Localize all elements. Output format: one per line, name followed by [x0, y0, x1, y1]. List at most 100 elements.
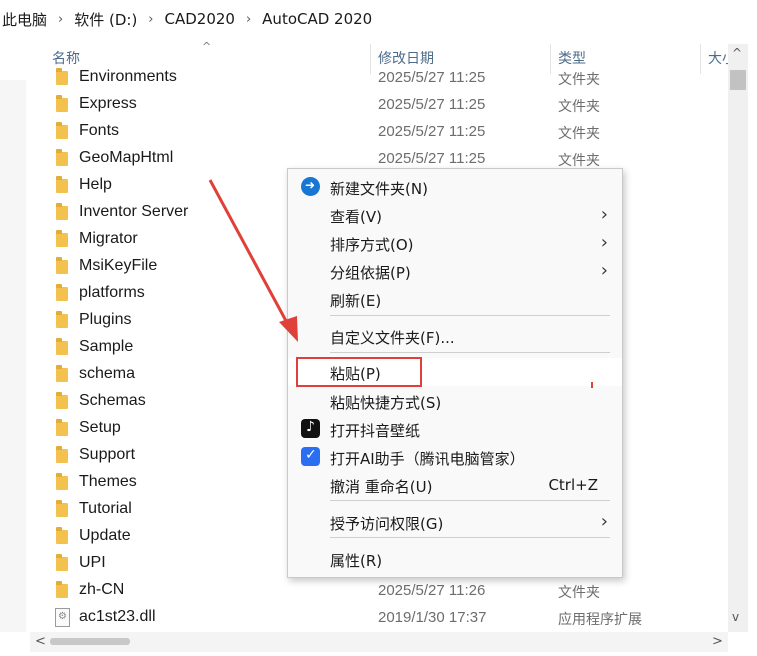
file-name: Schemas — [79, 392, 146, 409]
chevron-left-icon[interactable]: < — [35, 634, 46, 649]
file-type: 文件夹 — [558, 153, 600, 169]
file-row[interactable]: Environments 2025/5/27 11:25 文件夹 — [48, 64, 728, 91]
chevron-right-icon: › — [600, 204, 608, 225]
menu-item-undo-rename[interactable]: 撤消 重命名(U) Ctrl+Z — [288, 471, 622, 499]
folder-icon — [56, 257, 68, 274]
folder-icon — [56, 203, 68, 220]
file-name: Migrator — [79, 230, 138, 247]
menu-item-label: 粘贴快捷方式(S) — [330, 394, 442, 412]
breadcrumb-separator-icon[interactable]: › — [49, 12, 72, 27]
file-name: ac1st23.dll — [79, 608, 156, 625]
menu-item-shortcut: Ctrl+Z — [548, 476, 598, 494]
file-type: 文件夹 — [558, 126, 600, 142]
file-name: Tutorial — [79, 500, 132, 517]
menu-item-new-folder[interactable]: 新建文件夹(N) — [288, 173, 622, 201]
menu-item-open-tiktok-wallpaper[interactable]: 打开抖音壁纸 — [288, 415, 622, 443]
menu-separator — [330, 352, 610, 353]
file-name: Update — [79, 527, 131, 544]
file-name: UPI — [79, 554, 106, 571]
horizontal-scrollbar[interactable]: < > — [30, 632, 728, 652]
menu-item-refresh[interactable]: 刷新(E) — [288, 285, 622, 313]
folder-icon — [56, 311, 68, 328]
tiktok-icon — [301, 419, 320, 438]
file-name: Environments — [79, 68, 177, 85]
file-date: 2025/5/27 11:25 — [378, 123, 486, 140]
breadcrumb-drive-d[interactable]: 软件 (D:) — [72, 9, 139, 30]
breadcrumb-autocad-2020[interactable]: AutoCAD 2020 — [260, 10, 374, 28]
menu-item-label: 授予访问权限(G) — [330, 515, 444, 533]
folder-icon — [56, 446, 68, 463]
chevron-up-icon[interactable]: ^ — [732, 46, 742, 60]
folder-icon — [56, 392, 68, 409]
menu-item-sort-by[interactable]: 排序方式(O) › — [288, 229, 622, 257]
folder-icon — [56, 365, 68, 382]
menu-item-properties[interactable]: 属性(R) — [288, 545, 622, 573]
breadcrumb-this-pc[interactable]: 此电脑 — [0, 9, 49, 30]
chevron-right-icon[interactable]: > — [712, 634, 723, 649]
folder-icon — [56, 149, 68, 166]
folder-icon — [56, 176, 68, 193]
file-name: Express — [79, 95, 137, 112]
folder-icon — [56, 230, 68, 247]
menu-separator — [330, 500, 610, 501]
menu-item-label: 查看(V) — [330, 208, 382, 226]
menu-item-label: 分组依据(P) — [330, 264, 411, 282]
folder-icon — [56, 338, 68, 355]
horizontal-scroll-thumb[interactable] — [50, 638, 130, 645]
file-name: Setup — [79, 419, 121, 436]
sort-ascending-icon: ^ — [202, 40, 212, 53]
breadcrumb: 此电脑 › 软件 (D:) › CAD2020 › AutoCAD 2020 — [0, 0, 757, 38]
menu-item-label: 新建文件夹(N) — [330, 180, 428, 198]
folder-icon — [56, 554, 68, 571]
menu-item-label: 属性(R) — [330, 552, 383, 570]
menu-separator — [330, 537, 610, 538]
new-folder-icon — [301, 177, 320, 196]
folder-icon — [56, 473, 68, 490]
file-row[interactable]: zh-CN 2025/5/27 11:26 文件夹 — [48, 577, 728, 604]
navigation-pane-edge — [0, 80, 26, 632]
menu-item-label: 刷新(E) — [330, 292, 382, 310]
dll-file-icon — [55, 608, 70, 627]
tencent-shield-icon — [301, 447, 320, 466]
folder-icon — [56, 419, 68, 436]
menu-separator — [330, 315, 610, 316]
file-name: Help — [79, 176, 112, 193]
file-name: Inventor Server — [79, 203, 189, 220]
menu-item-label: 排序方式(O) — [330, 236, 414, 254]
vertical-scrollbar[interactable]: ^ v — [728, 44, 748, 632]
folder-icon — [56, 581, 68, 598]
file-type: 文件夹 — [558, 585, 600, 601]
menu-item-give-access[interactable]: 授予访问权限(G) › — [288, 508, 622, 536]
file-type: 文件夹 — [558, 99, 600, 115]
file-name: platforms — [79, 284, 145, 301]
file-row[interactable]: Express 2025/5/27 11:25 文件夹 — [48, 91, 728, 118]
menu-item-label: 撤消 重命名(U) — [330, 478, 433, 496]
file-row[interactable]: ac1st23.dll 2019/1/30 17:37 应用程序扩展 — [48, 604, 728, 630]
chevron-right-icon: › — [600, 260, 608, 281]
menu-item-paste-shortcut[interactable]: 粘贴快捷方式(S) — [288, 387, 622, 415]
breadcrumb-cad2020[interactable]: CAD2020 — [163, 10, 237, 28]
folder-icon — [56, 284, 68, 301]
breadcrumb-separator-icon[interactable]: › — [139, 12, 162, 27]
file-row[interactable]: Fonts 2025/5/27 11:25 文件夹 — [48, 118, 728, 145]
folder-icon — [56, 95, 68, 112]
file-name: zh-CN — [79, 581, 125, 598]
menu-item-label: 自定义文件夹(F)... — [330, 329, 455, 347]
file-date: 2025/5/27 11:25 — [378, 96, 486, 113]
file-date: 2019/1/30 17:37 — [378, 609, 487, 626]
menu-item-view[interactable]: 查看(V) › — [288, 201, 622, 229]
file-type: 文件夹 — [558, 72, 600, 88]
context-menu: 新建文件夹(N) 查看(V) › 排序方式(O) › 分组依据(P) › 刷新(E) 自定义文件… — [287, 168, 623, 578]
file-name: GeoMapHtml — [79, 149, 174, 166]
file-date: 2025/5/27 11:25 — [378, 150, 486, 167]
vertical-scroll-thumb[interactable] — [730, 70, 746, 90]
file-name: Sample — [79, 338, 134, 355]
annotation-highlight-box — [296, 357, 422, 387]
folder-icon — [56, 122, 68, 139]
file-type: 应用程序扩展 — [558, 612, 642, 628]
menu-item-group-by[interactable]: 分组依据(P) › — [288, 257, 622, 285]
menu-item-customize-folder[interactable]: 自定义文件夹(F)... — [288, 322, 622, 350]
chevron-down-icon[interactable]: v — [732, 610, 739, 624]
breadcrumb-separator-icon[interactable]: › — [237, 12, 260, 27]
menu-item-open-ai-assistant[interactable]: 打开AI助手（腾讯电脑管家） — [288, 443, 622, 471]
